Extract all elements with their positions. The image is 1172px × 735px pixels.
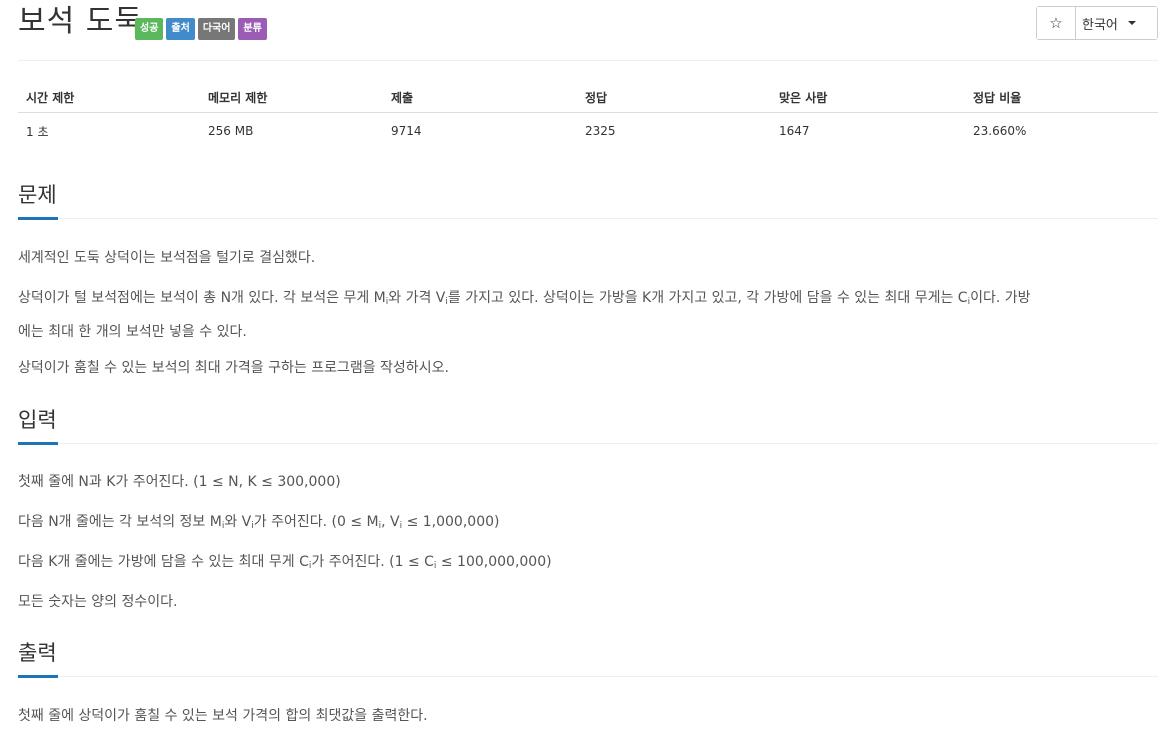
memory-limit-value: 256 MB xyxy=(208,124,254,138)
column-header-ratio: 정답 비율 xyxy=(965,82,1158,113)
problem-labels: 성공 출처 다국어 분류 xyxy=(135,18,267,40)
table-row: 1 초 256 MB 9714 2325 1647 23.660% xyxy=(18,113,1158,150)
ratio-value: 23.660% xyxy=(973,124,1027,138)
section-underline xyxy=(18,217,58,220)
time-limit-value: 1 초 xyxy=(26,124,49,139)
submissions-value: 9714 xyxy=(391,124,422,138)
section-output-title: 출력 xyxy=(18,641,57,665)
column-header-accepted: 정답 xyxy=(577,82,771,113)
problem-paragraph-2: 상덕이가 털 보석점에는 보석이 총 N개 있다. 각 보석은 무게 Mi와 가… xyxy=(18,290,1031,340)
label-success[interactable]: 성공 xyxy=(135,18,164,40)
star-icon: ☆ xyxy=(1049,14,1063,32)
accepted-value: 2325 xyxy=(585,124,616,138)
header-button-group: ☆ 한국어 xyxy=(1036,6,1158,40)
section-problem-header: 문제 xyxy=(18,180,1158,220)
column-header-time-limit: 시간 제한 xyxy=(18,82,200,113)
section-input-header: 입력 xyxy=(18,405,1158,445)
language-label: 한국어 xyxy=(1082,17,1118,33)
input-line-2: 다음 N개 줄에는 각 보석의 정보 Mi와 Vi가 주어진다. (0 ≤ Mi… xyxy=(18,514,500,531)
input-line-3: 다음 K개 줄에는 가방에 담을 수 있는 최대 무게 Ci가 주어진다. (1… xyxy=(18,554,552,571)
favorite-button[interactable]: ☆ xyxy=(1037,7,1076,39)
column-header-submissions: 제출 xyxy=(383,82,577,113)
problem-paragraph-3: 상덕이가 훔칠 수 있는 보석의 최대 가격을 구하는 프로그램을 작성하시오. xyxy=(18,360,449,376)
problem-page: 보석 도둑 성공 출처 다국어 분류 ☆ 한국어 시간 제한 메모리 제한 제출… xyxy=(18,0,1158,724)
label-multilang[interactable]: 다국어 xyxy=(197,18,236,40)
chevron-down-icon xyxy=(1127,21,1136,25)
input-line-4: 모든 숫자는 양의 정수이다. xyxy=(18,594,178,610)
column-header-solvers: 맞은 사람 xyxy=(771,82,965,113)
section-input: 입력 xyxy=(18,405,1158,445)
table-header-row: 시간 제한 메모리 제한 제출 정답 맞은 사람 정답 비율 xyxy=(18,82,1158,113)
input-line-1: 첫째 줄에 N과 K가 주어진다. (1 ≤ N, K ≤ 300,000) xyxy=(18,474,341,490)
column-header-memory-limit: 메모리 제한 xyxy=(200,82,383,113)
label-category[interactable]: 분류 xyxy=(238,18,267,40)
output-line-1: 첫째 줄에 상덕이가 훔칠 수 있는 보석 가격의 합의 최댓값을 출력한다. xyxy=(18,708,428,724)
section-input-title: 입력 xyxy=(18,408,57,432)
section-problem: 문제 xyxy=(18,180,1158,220)
section-underline xyxy=(18,675,58,678)
problem-info-table: 시간 제한 메모리 제한 제출 정답 맞은 사람 정답 비율 1 초 256 M… xyxy=(18,82,1158,149)
section-output: 출력 xyxy=(18,638,1158,678)
section-underline xyxy=(18,442,58,445)
section-output-header: 출력 xyxy=(18,638,1158,678)
label-source[interactable]: 출처 xyxy=(166,18,195,40)
problem-title: 보석 도둑 xyxy=(18,4,143,39)
section-problem-title: 문제 xyxy=(18,183,57,207)
solvers-value: 1647 xyxy=(779,124,810,138)
problem-header: 보석 도둑 성공 출처 다국어 분류 ☆ 한국어 xyxy=(18,0,1158,61)
problem-paragraph-1: 세계적인 도둑 상덕이는 보석점을 털기로 결심했다. xyxy=(18,250,316,266)
language-dropdown[interactable]: 한국어 xyxy=(1076,7,1157,39)
